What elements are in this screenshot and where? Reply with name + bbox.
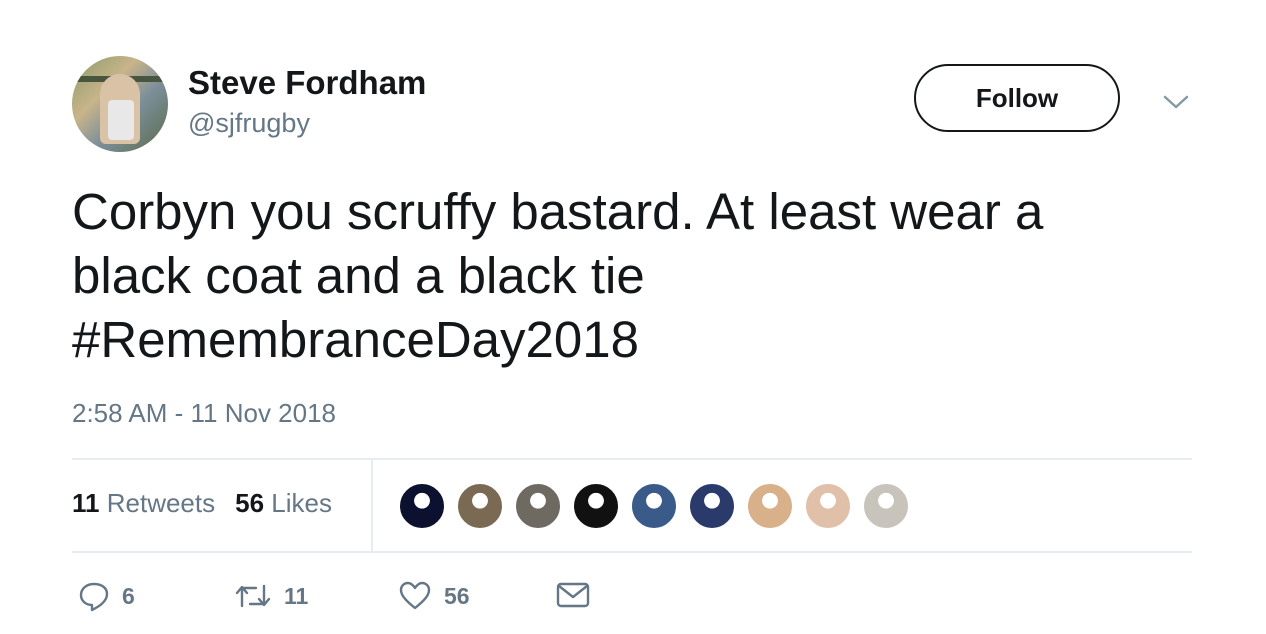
chevron-down-icon[interactable] xyxy=(1162,92,1190,112)
envelope-icon xyxy=(556,582,590,608)
liker-avatar-1[interactable] xyxy=(398,482,446,530)
liker-avatar-4[interactable] xyxy=(572,482,620,530)
liker-avatar-2[interactable] xyxy=(456,482,504,530)
retweets-stat[interactable]: 11 Retweets xyxy=(72,488,215,519)
tweet-text: Corbyn you scruffy bastard. At least wea… xyxy=(72,183,1044,368)
like-action[interactable]: 56 xyxy=(398,580,470,612)
user-handle[interactable]: @sjfrugby xyxy=(188,108,310,139)
like-count: 56 xyxy=(444,582,470,609)
liker-avatar-9[interactable] xyxy=(862,482,910,530)
retweet-icon xyxy=(235,584,271,608)
liker-avatar-7[interactable] xyxy=(746,482,794,530)
tweet-actions: 6 11 56 xyxy=(78,580,618,620)
retweets-count: 11 xyxy=(72,488,100,518)
retweet-count: 11 xyxy=(284,582,309,609)
user-avatar[interactable] xyxy=(72,56,168,152)
divider-top xyxy=(72,458,1192,460)
reply-icon xyxy=(79,582,109,612)
liker-avatar-8[interactable] xyxy=(804,482,852,530)
likes-count: 56 xyxy=(235,488,265,518)
liker-avatar-6[interactable] xyxy=(688,482,736,530)
reply-action[interactable]: 6 xyxy=(78,580,135,612)
likes-label: Likes xyxy=(271,488,332,518)
liker-avatars xyxy=(398,482,920,530)
follow-button[interactable]: Follow xyxy=(914,64,1120,132)
liker-avatar-3[interactable] xyxy=(514,482,562,530)
divider-vertical xyxy=(371,460,373,552)
message-action[interactable] xyxy=(556,580,590,610)
liker-avatar-5[interactable] xyxy=(630,482,678,530)
retweet-action[interactable]: 11 xyxy=(234,580,308,612)
tweet-timestamp[interactable]: 2:58 AM - 11 Nov 2018 xyxy=(72,398,336,429)
likes-stat[interactable]: 56 Likes xyxy=(235,488,332,519)
divider-bottom xyxy=(72,551,1192,553)
user-name[interactable]: Steve Fordham xyxy=(188,64,426,102)
heart-icon xyxy=(399,581,431,610)
avatar-shirt xyxy=(108,100,134,140)
reply-count: 6 xyxy=(122,582,135,609)
tweet-stats: 11 Retweets 56 Likes xyxy=(72,488,332,519)
retweets-label: Retweets xyxy=(106,488,216,518)
